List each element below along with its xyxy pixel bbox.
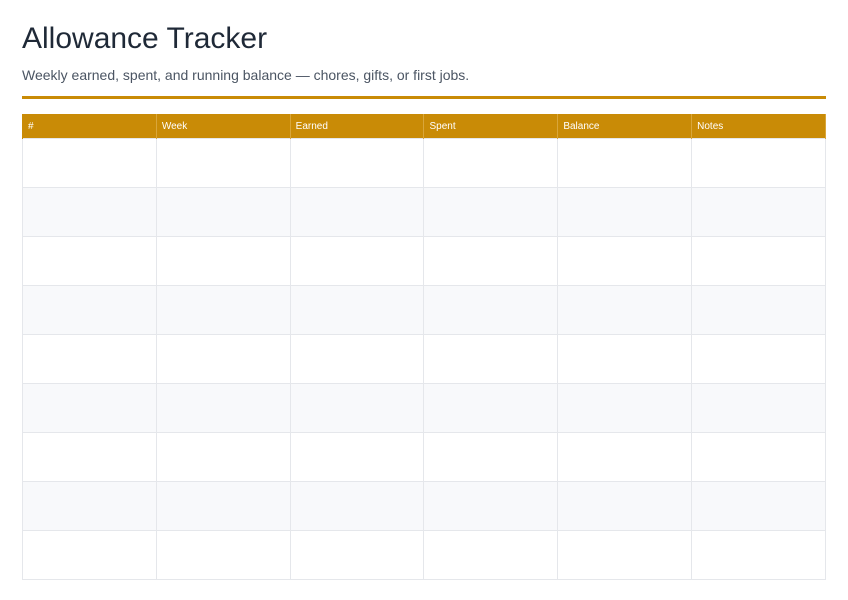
table-row: [22, 187, 826, 237]
cell-balance[interactable]: [557, 383, 693, 433]
cell-earned[interactable]: [289, 285, 425, 335]
cell-earned[interactable]: [289, 334, 425, 384]
cell-number[interactable]: [22, 285, 157, 335]
cell-spent[interactable]: [423, 236, 559, 286]
cell-week[interactable]: [155, 481, 291, 531]
cell-balance[interactable]: [557, 187, 693, 237]
cell-spent[interactable]: [423, 383, 559, 433]
column-header-balance: Balance: [557, 114, 693, 139]
table-row: [22, 432, 826, 482]
table-row: [22, 285, 826, 335]
page-title: Allowance Tracker: [22, 22, 268, 55]
table-row: [22, 334, 826, 384]
cell-spent[interactable]: [423, 432, 559, 482]
table-row: [22, 481, 826, 531]
cell-week[interactable]: [155, 383, 291, 433]
cell-spent[interactable]: [423, 481, 559, 531]
cell-week[interactable]: [155, 236, 291, 286]
cell-week[interactable]: [155, 334, 291, 384]
table-header-row: # Week Earned Spent Balance Notes: [22, 114, 826, 139]
cell-number[interactable]: [22, 432, 157, 482]
table-row: [22, 138, 826, 188]
cell-notes[interactable]: [691, 187, 826, 237]
cell-balance[interactable]: [557, 530, 693, 580]
table-row: [22, 383, 826, 433]
cell-earned[interactable]: [289, 383, 425, 433]
cell-earned[interactable]: [289, 236, 425, 286]
cell-earned[interactable]: [289, 138, 425, 188]
table-body: [22, 138, 826, 580]
cell-balance[interactable]: [557, 236, 693, 286]
cell-week[interactable]: [155, 187, 291, 237]
cell-spent[interactable]: [423, 334, 559, 384]
cell-notes[interactable]: [691, 530, 826, 580]
cell-notes[interactable]: [691, 432, 826, 482]
cell-number[interactable]: [22, 481, 157, 531]
column-header-week: Week: [155, 114, 291, 139]
cell-number[interactable]: [22, 236, 157, 286]
cell-balance[interactable]: [557, 481, 693, 531]
cell-notes[interactable]: [691, 383, 826, 433]
cell-notes[interactable]: [691, 236, 826, 286]
cell-notes[interactable]: [691, 285, 826, 335]
column-header-notes: Notes: [691, 114, 826, 139]
allowance-tracker-page: Allowance Tracker Weekly earned, spent, …: [0, 0, 848, 600]
cell-spent[interactable]: [423, 187, 559, 237]
cell-spent[interactable]: [423, 530, 559, 580]
cell-number[interactable]: [22, 138, 157, 188]
cell-week[interactable]: [155, 530, 291, 580]
cell-spent[interactable]: [423, 285, 559, 335]
cell-earned[interactable]: [289, 481, 425, 531]
cell-balance[interactable]: [557, 432, 693, 482]
cell-balance[interactable]: [557, 334, 693, 384]
cell-earned[interactable]: [289, 187, 425, 237]
cell-week[interactable]: [155, 432, 291, 482]
cell-earned[interactable]: [289, 530, 425, 580]
cell-number[interactable]: [22, 334, 157, 384]
column-header-number: #: [22, 114, 157, 139]
cell-number[interactable]: [22, 383, 157, 433]
table-row: [22, 530, 826, 580]
page-subtitle: Weekly earned, spent, and running balanc…: [22, 67, 470, 83]
cell-notes[interactable]: [691, 481, 826, 531]
cell-number[interactable]: [22, 530, 157, 580]
cell-number[interactable]: [22, 187, 157, 237]
cell-notes[interactable]: [691, 334, 826, 384]
cell-balance[interactable]: [557, 285, 693, 335]
allowance-table: # Week Earned Spent Balance Notes: [22, 114, 826, 580]
column-header-spent: Spent: [423, 114, 559, 139]
cell-earned[interactable]: [289, 432, 425, 482]
cell-spent[interactable]: [423, 138, 559, 188]
table-row: [22, 236, 826, 286]
cell-week[interactable]: [155, 285, 291, 335]
cell-week[interactable]: [155, 138, 291, 188]
cell-balance[interactable]: [557, 138, 693, 188]
header-divider: [22, 96, 826, 99]
cell-notes[interactable]: [691, 138, 826, 188]
column-header-earned: Earned: [289, 114, 425, 139]
